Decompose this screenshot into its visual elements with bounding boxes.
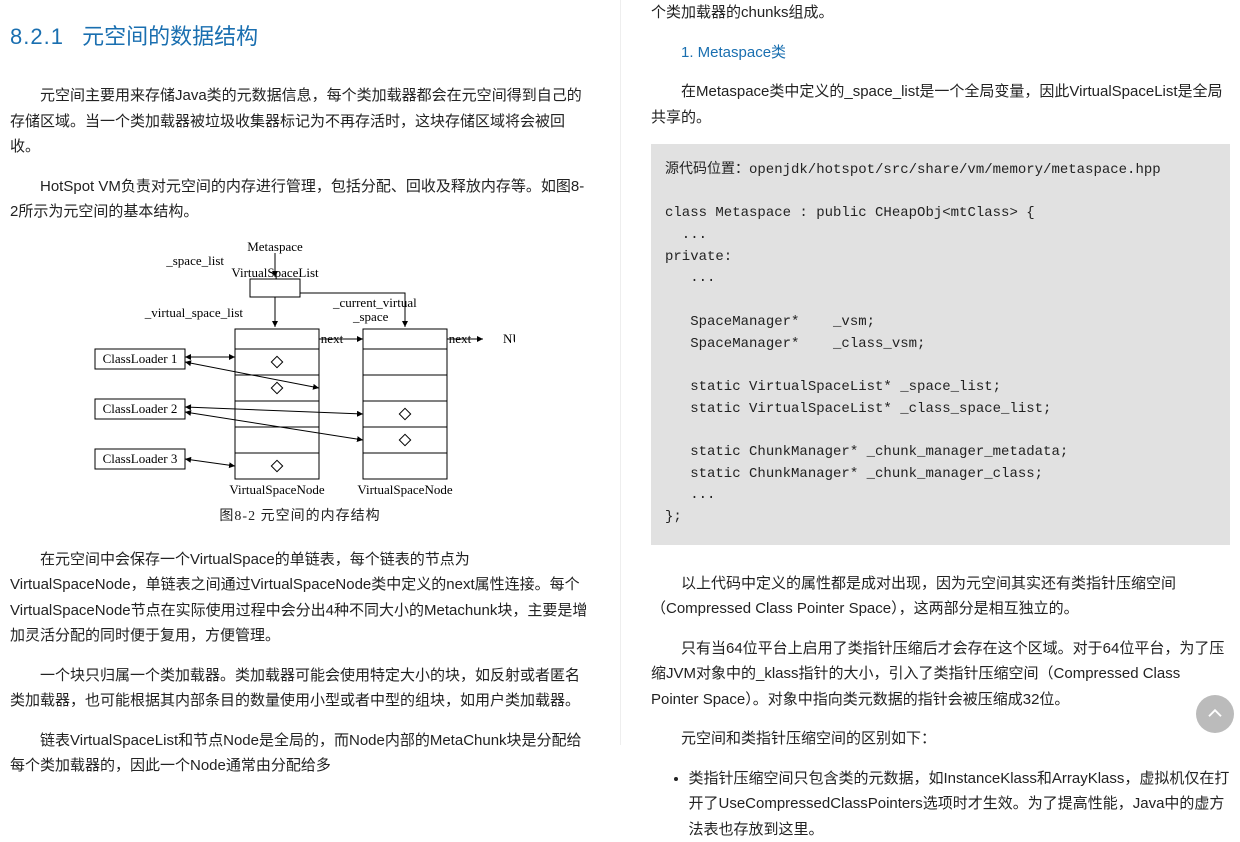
paragraph-5: 链表VirtualSpaceList和节点Node是全局的，而Node内部的Me…: [10, 728, 590, 779]
right-column: 个类加载器的chunks组成。 1. Metaspace类 在Metaspace…: [620, 0, 1240, 745]
label-cvs-1: _current_virtual: [332, 295, 417, 310]
label-cvs-2: _space: [352, 309, 389, 324]
label-vsl-top: VirtualSpaceList: [231, 265, 319, 280]
paragraph-7: 以上代码中定义的属性都是成对出现，因为元空间其实还有类指针压缩空间（Compre…: [651, 571, 1230, 622]
paragraph-8: 只有当64位平台上启用了类指针压缩后才会存在这个区域。对于64位平台，为了压缩J…: [651, 636, 1230, 713]
paragraph-9: 元空间和类指针压缩空间的区别如下：: [651, 726, 1230, 752]
section-title-text: 元空间的数据结构: [82, 24, 258, 49]
paragraph-3: 在元空间中会保存一个VirtualSpace的单链表，每个链表的节点为Virtu…: [10, 547, 590, 649]
section-number: 8.2.1: [10, 24, 64, 49]
paragraph-2: HotSpot VM负责对元空间的内存进行管理，包括分配、回收及释放内存等。如图…: [10, 174, 590, 225]
label-vsn1: VirtualSpaceNode: [229, 482, 324, 497]
paragraph-4: 一个块只归属一个类加载器。类加载器可能会使用特定大小的块，如反射或者匿名类加载器…: [10, 663, 590, 714]
paragraph-1: 元空间主要用来存储Java类的元数据信息，每个类加载器都会在元空间得到自己的存储…: [10, 83, 590, 160]
scroll-to-top-button[interactable]: [1196, 695, 1234, 733]
label-cl1: ClassLoader 1: [103, 351, 178, 366]
code-location-path: openjdk/hotspot/src/share/vm/memory/meta…: [749, 162, 1161, 178]
label-vsn2: VirtualSpaceNode: [357, 482, 452, 497]
label-null: NULL: [503, 331, 515, 346]
code-location-label: 源代码位置：: [665, 162, 749, 178]
label-cl3: ClassLoader 3: [103, 451, 178, 466]
diagram-svg: text { font-family: "Times New Roman", s…: [85, 239, 515, 499]
label-vsl-left: _virtual_space_list: [144, 305, 244, 320]
bullet-list: 类指针压缩空间只包含类的元数据，如InstanceKlass和ArrayKlas…: [689, 766, 1231, 842]
section-heading: 8.2.1 元空间的数据结构: [10, 18, 590, 55]
figure-caption: 图8-2 元空间的内存结构: [10, 505, 590, 529]
label-cl2: ClassLoader 2: [103, 401, 178, 416]
code-block: 源代码位置：openjdk/hotspot/src/share/vm/memor…: [651, 144, 1230, 545]
label-space-list: _space_list: [165, 253, 224, 268]
sub-heading-metaspace: 1. Metaspace类: [681, 40, 1230, 66]
paragraph-6: 在Metaspace类中定义的_space_list是一个全局变量，因此Virt…: [651, 79, 1230, 130]
bullet-item-1: 类指针压缩空间只包含类的元数据，如InstanceKlass和ArrayKlas…: [689, 766, 1231, 842]
label-metaspace: Metaspace: [247, 239, 303, 254]
paragraph-continuation: 个类加载器的chunks组成。: [651, 0, 1230, 26]
left-column: 8.2.1 元空间的数据结构 元空间主要用来存储Java类的元数据信息，每个类加…: [0, 0, 620, 745]
chevron-up-icon: [1206, 705, 1224, 723]
figure-8-2: text { font-family: "Times New Roman", s…: [10, 239, 590, 499]
code-body: class Metaspace : public CHeapObj<mtClas…: [665, 205, 1068, 525]
